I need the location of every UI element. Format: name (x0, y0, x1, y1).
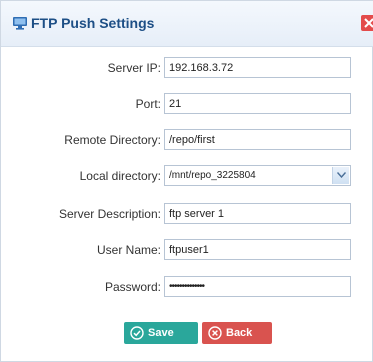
port-row: Port: (1, 92, 373, 116)
server-description-input[interactable] (164, 203, 351, 224)
user-name-row: User Name: (1, 238, 373, 262)
server-description-label: Server Description: (58, 207, 161, 221)
dropdown-arrow[interactable] (332, 167, 349, 184)
server-description-row: Server Description: (1, 202, 373, 226)
x-circle-icon (208, 326, 222, 340)
server-ip-row: Server IP: (1, 56, 373, 80)
check-circle-icon (130, 326, 144, 340)
dialog-title: FTP Push Settings (31, 15, 155, 31)
close-icon (364, 18, 373, 28)
remote-directory-input[interactable] (164, 129, 351, 150)
password-input[interactable] (164, 276, 351, 297)
user-name-input[interactable] (164, 239, 351, 260)
local-directory-value: /mnt/repo_3225804 (169, 170, 256, 181)
ftp-push-settings-dialog: FTP Push Settings Server IP: Port: Remot… (0, 0, 373, 362)
back-label: Back (226, 327, 253, 339)
port-label: Port: (135, 97, 161, 111)
back-button[interactable]: Back (202, 322, 272, 344)
port-input[interactable] (164, 93, 351, 114)
dialog-titlebar: FTP Push Settings (1, 1, 373, 47)
save-label: Save (148, 327, 174, 339)
remote-directory-row: Remote Directory: (1, 128, 373, 152)
close-button[interactable] (361, 15, 373, 31)
user-name-label: User Name: (96, 243, 161, 257)
save-button[interactable]: Save (124, 322, 198, 344)
monitor-icon (12, 15, 28, 31)
server-ip-input[interactable] (164, 57, 351, 78)
password-label: Password: (104, 280, 161, 294)
chevron-down-icon (337, 172, 346, 178)
password-row: Password: (1, 275, 373, 299)
local-directory-label: Local directory: (79, 169, 161, 183)
server-ip-label: Server IP: (107, 61, 161, 75)
local-directory-select[interactable]: /mnt/repo_3225804 (164, 165, 351, 186)
local-directory-row: Local directory: /mnt/repo_3225804 (1, 164, 373, 188)
remote-directory-label: Remote Directory: (64, 133, 161, 147)
